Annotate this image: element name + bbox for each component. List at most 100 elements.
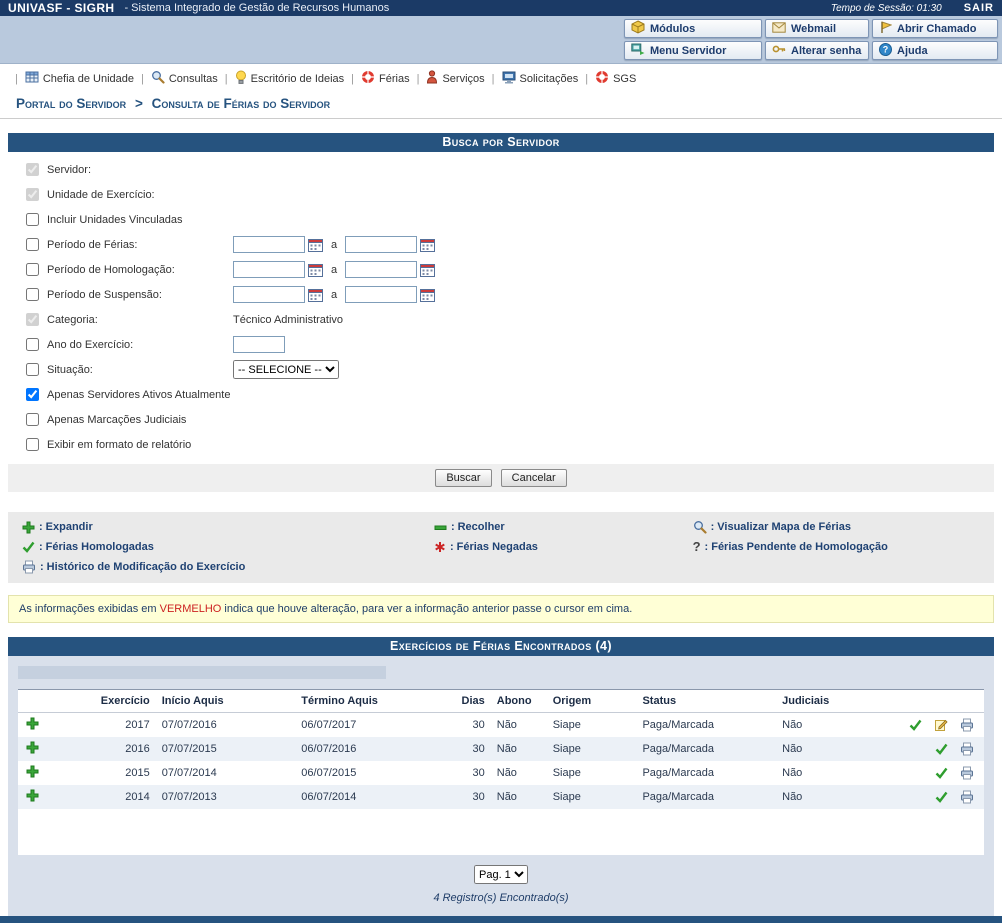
unidade-checkbox[interactable] [26,188,39,201]
ano-exercicio-checkbox[interactable] [26,338,39,351]
edit-icon[interactable] [934,718,948,732]
periodo-ferias-from-input[interactable] [233,236,305,253]
expand-icon[interactable] [26,717,39,730]
page-select[interactable]: Pag. 1 [474,865,528,884]
categoria-checkbox[interactable] [26,313,39,326]
ano-exercicio-input[interactable] [233,336,285,353]
relatorio-checkbox[interactable] [26,438,39,451]
menu-separator: | [225,73,228,85]
cell-judiciais: Não [776,761,894,785]
print-history-icon[interactable] [960,718,974,732]
icons-legend: : Expandir : Recolher : Visualizar Mapa … [8,512,994,583]
results-table-wrap: Exercício Início Aquis Término Aquis Dia… [18,689,984,855]
modules-button[interactable]: Módulos [624,19,762,38]
expand-icon[interactable] [26,789,39,802]
calendar-icon[interactable] [308,238,323,252]
menu-item-chefia-de-unidade[interactable]: Chefia de Unidade [25,70,134,87]
cell-origem: Siape [547,737,637,761]
legend-colon: : [705,541,709,553]
filter-row-periodo-homologacao: Período de Homologação: a [8,257,994,282]
periodo-ferias-to-input[interactable] [345,236,417,253]
footer-bar [0,916,1002,923]
flag-icon [879,21,892,37]
situacao-checkbox[interactable] [26,363,39,376]
key-icon [772,43,786,58]
legend-expandir: : Expandir [22,520,434,534]
menu-separator: | [351,73,354,85]
app-brand: UNIVASF - SIGRH [8,1,114,15]
periodo-homologacao-checkbox[interactable] [26,263,39,276]
periodo-suspensao-from-input[interactable] [233,286,305,303]
menu-item-consultas[interactable]: Consultas [151,70,218,87]
calendar-icon[interactable] [420,288,435,302]
unidades-vinculadas-checkbox[interactable] [26,213,39,226]
menu-item-sgs[interactable]: SGS [595,70,636,87]
cell-judiciais: Não [776,713,894,738]
app-subtitle: - Sistema Integrado de Gestão de Recurso… [124,2,389,14]
buscar-button[interactable]: Buscar [435,469,491,487]
expand-icon[interactable] [26,765,39,778]
cell-exercicio: 2017 [52,713,156,738]
filter-row-ano-exercicio: Ano do Exercício: [8,332,994,357]
print-history-icon[interactable] [960,790,974,804]
calendar-icon[interactable] [420,263,435,277]
breadcrumb-portal-link[interactable]: Portal do Servidor [16,96,126,111]
cell-exercicio: 2016 [52,737,156,761]
cell-termino: 06/07/2016 [295,737,443,761]
logout-link[interactable]: SAIR [964,2,994,14]
results-panel: Exercícios de Férias Encontrados (4) Exe… [8,637,994,855]
menu-item-servicos[interactable]: Serviços [426,70,484,87]
col-judiciais: Judiciais [776,690,894,713]
breadcrumb-separator: > [135,96,143,111]
legend-colon: : [39,541,43,553]
cell-dias: 30 [443,713,491,738]
main-menu: | Chefia de Unidade | Consultas | Escrit… [0,64,1002,92]
menu-item-ferias[interactable]: Férias [361,70,410,87]
menu-label: Chefia de Unidade [43,73,134,85]
periodo-homologacao-from-input[interactable] [233,261,305,278]
calendar-icon[interactable] [420,238,435,252]
col-origem: Origem [547,690,637,713]
menu-label: Serviços [442,73,484,85]
print-history-icon[interactable] [960,742,974,756]
cancelar-button[interactable]: Cancelar [501,469,567,487]
open-ticket-button[interactable]: Abrir Chamado [872,19,998,38]
legend-label: Recolher [458,521,505,533]
homologada-check-icon [935,791,948,803]
notice-prefix: As informações exibidas em [19,603,160,615]
situacao-select[interactable]: -- SELECIONE -- [233,360,339,379]
periodo-suspensao-checkbox[interactable] [26,288,39,301]
change-password-button[interactable]: Alterar senha [765,41,869,60]
relatorio-label: Exibir em formato de relatório [47,439,191,451]
calendar-icon[interactable] [308,263,323,277]
unit-grid-icon [25,70,39,87]
table-row: 2017 07/07/2016 06/07/2017 30 Não Siape … [18,713,984,738]
servidor-label: Servidor: [47,164,91,176]
webmail-button[interactable]: Webmail [765,19,869,38]
periodo-homologacao-to-input[interactable] [345,261,417,278]
expand-icon[interactable] [26,741,39,754]
topbar: UNIVASF - SIGRH - Sistema Integrado de G… [0,0,1002,16]
calendar-icon[interactable] [308,288,323,302]
pagination-bar: Pag. 1 [8,855,994,886]
filter-row-unidades-vinculadas: Incluir Unidades Vinculadas [8,207,994,232]
range-conjunction: a [331,264,337,276]
help-button[interactable]: ? Ajuda [872,41,998,60]
marcacoes-judiciais-checkbox[interactable] [26,413,39,426]
periodo-ferias-checkbox[interactable] [26,238,39,251]
periodo-suspensao-label: Período de Suspensão: [47,289,162,301]
ativos-checkbox[interactable] [26,388,39,401]
servidor-checkbox[interactable] [26,163,39,176]
cell-dias: 30 [443,785,491,809]
cell-abono: Não [491,737,547,761]
menu-servidor-button[interactable]: Menu Servidor [624,41,762,60]
search-panel: Busca por Servidor Servidor: Unidade de … [8,133,994,492]
menu-item-solicitacoes[interactable]: Solicitações [502,71,579,87]
menu-label: Escritório de Ideias [251,73,345,85]
menu-item-escritorio-de-ideias[interactable]: Escritório de Ideias [235,70,345,87]
print-history-icon[interactable] [960,766,974,780]
periodo-suspensao-to-input[interactable] [345,286,417,303]
table-row: 2014 07/07/2013 06/07/2014 30 Não Siape … [18,785,984,809]
search-panel-title: Busca por Servidor [8,133,994,152]
printer-icon [22,560,36,574]
